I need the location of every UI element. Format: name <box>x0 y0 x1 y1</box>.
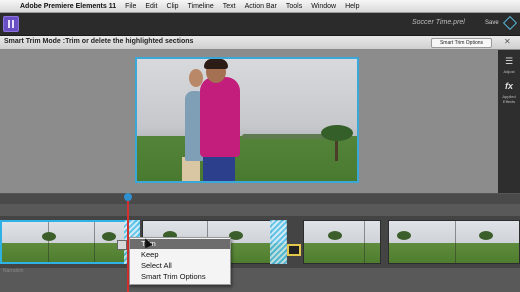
trim-highlight[interactable] <box>270 220 287 264</box>
menu-app-name[interactable]: Adobe Premiere Elements 11 <box>20 3 116 10</box>
applied-effects-label[interactable]: Applied Effects <box>498 94 520 104</box>
trim-handle[interactable] <box>287 244 301 256</box>
menu-bar: Adobe Premiere Elements 11 File Edit Cli… <box>0 0 520 13</box>
context-menu-select-all[interactable]: Select All <box>130 261 230 271</box>
clip-thumbnail-tree <box>328 231 342 240</box>
close-icon[interactable]: ✕ <box>504 37 511 46</box>
app-header: Soccer Time.prel Save <box>0 13 520 36</box>
frame-divider <box>455 221 456 263</box>
video-clip[interactable] <box>303 220 381 264</box>
frame-divider <box>94 222 95 262</box>
clip-fx-marker[interactable] <box>117 240 127 250</box>
clip-thumbnail-tree <box>479 231 493 240</box>
context-menu-smart-trim-options[interactable]: Smart Trim Options <box>130 272 230 282</box>
menu-help[interactable]: Help <box>345 3 359 10</box>
girl-body <box>200 77 240 157</box>
video-preview <box>135 57 359 183</box>
smart-trim-title: Smart Trim Mode :Trim or delete the high… <box>4 38 194 45</box>
palm-tree-top <box>321 125 353 141</box>
frame-divider <box>48 222 49 262</box>
adjust-icon[interactable]: ☰ <box>503 56 515 67</box>
monitor-panel <box>0 50 498 193</box>
right-panel: ☰ Adjust fx Applied Effects <box>498 50 520 193</box>
menu-text[interactable]: Text <box>223 3 236 10</box>
timeline-tracks: Narration <box>0 204 520 292</box>
clip-thumbnail-tree <box>229 231 243 240</box>
girl-legs <box>203 157 235 181</box>
frame-divider <box>364 221 365 263</box>
clip-thumbnail-tree <box>397 231 411 240</box>
clip-thumbnail-tree <box>102 232 116 241</box>
context-menu-keep[interactable]: Keep <box>130 250 230 260</box>
video-clip[interactable] <box>388 220 520 264</box>
smart-trim-bar: Smart Trim Mode :Trim or delete the high… <box>0 36 520 50</box>
audio-track-label: Narration <box>3 268 24 274</box>
menu-window[interactable]: Window <box>311 3 336 10</box>
applied-effects-icon[interactable]: fx <box>503 81 515 91</box>
playhead-handle[interactable] <box>124 193 132 201</box>
expert-view-icon[interactable] <box>502 15 518 31</box>
menu-action-bar[interactable]: Action Bar <box>245 3 277 10</box>
menu-clip[interactable]: Clip <box>166 3 178 10</box>
project-name: Soccer Time.prel <box>412 19 465 26</box>
premiere-elements-logo <box>3 16 19 32</box>
menu-tools[interactable]: Tools <box>286 3 302 10</box>
menu-edit[interactable]: Edit <box>145 3 157 10</box>
menu-timeline[interactable]: Timeline <box>188 3 214 10</box>
menu-file[interactable]: File <box>125 3 136 10</box>
adjust-label[interactable]: Adjust <box>498 69 520 74</box>
girl-hair <box>204 59 228 69</box>
smart-trim-options-button[interactable]: Smart Trim Options <box>431 38 492 48</box>
clip-thumbnail-tree <box>42 232 56 241</box>
save-button[interactable]: Save <box>485 20 499 26</box>
